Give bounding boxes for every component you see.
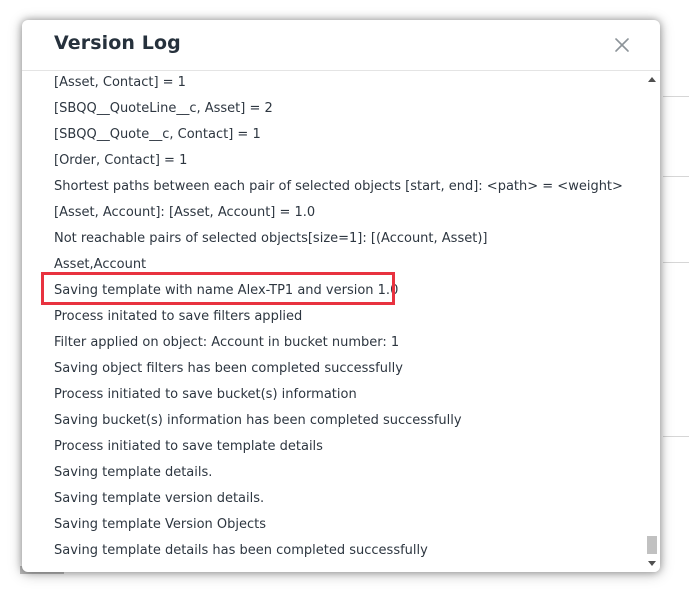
close-icon bbox=[615, 38, 629, 52]
log-entry: Saving bucket(s) information has been co… bbox=[54, 413, 462, 428]
log-entry: Not reachable pairs of selected objects[… bbox=[54, 231, 488, 246]
scrollbar-thumb[interactable] bbox=[647, 536, 657, 554]
log-body: [Asset, Contact] = 1 [SBQQ__QuoteLine__c… bbox=[22, 71, 644, 572]
scroll-down-arrow-icon[interactable] bbox=[648, 561, 656, 566]
background-divider bbox=[663, 436, 689, 437]
background-divider bbox=[663, 176, 689, 177]
background-divider bbox=[663, 96, 689, 97]
background-divider bbox=[663, 262, 689, 263]
log-entry: [SBQQ__QuoteLine__c, Asset] = 2 bbox=[54, 101, 273, 116]
log-entry: Saving template details has been complet… bbox=[54, 543, 428, 558]
log-entry: Process initated to save filters applied bbox=[54, 309, 303, 324]
scroll-up-arrow-icon[interactable] bbox=[648, 77, 656, 82]
close-button[interactable] bbox=[610, 33, 634, 57]
vertical-scrollbar[interactable] bbox=[644, 71, 660, 572]
dialog-header: Version Log bbox=[22, 20, 660, 71]
highlight-annotation-box bbox=[41, 272, 395, 305]
log-entry: [Asset, Contact] = 1 bbox=[54, 75, 186, 90]
version-log-dialog: Version Log [Asset, Contact] = 1 [SBQQ__… bbox=[22, 20, 660, 572]
log-entry: [Asset, Account]: [Asset, Account] = 1.0 bbox=[54, 205, 316, 220]
log-entry: Saving template details. bbox=[54, 465, 213, 480]
log-entry: [Order, Contact] = 1 bbox=[54, 153, 188, 168]
log-entry: Saving template version details. bbox=[54, 491, 265, 506]
dialog-title: Version Log bbox=[54, 32, 181, 54]
log-entry: Process initiated to save bucket(s) info… bbox=[54, 387, 357, 402]
log-entry: Shortest paths between each pair of sele… bbox=[54, 179, 623, 194]
log-entry: Process initiated to save template detai… bbox=[54, 439, 323, 454]
log-entry: Saving object filters has been completed… bbox=[54, 361, 403, 376]
log-entry: Filter applied on object: Account in buc… bbox=[54, 335, 400, 350]
log-list: [Asset, Contact] = 1 [SBQQ__QuoteLine__c… bbox=[54, 72, 623, 566]
log-entry: Saving template Version Objects bbox=[54, 517, 267, 532]
log-entry: [SBQQ__Quote__c, Contact] = 1 bbox=[54, 127, 261, 142]
